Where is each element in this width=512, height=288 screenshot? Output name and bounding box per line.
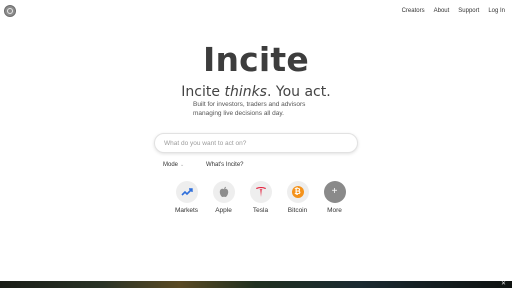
bitcoin-icon-wrap: ₿: [286, 181, 309, 203]
quick-action-label: Apple: [215, 207, 232, 214]
tagline-end: . You act.: [266, 84, 331, 100]
quick-action-label: Bitcoin: [287, 207, 308, 214]
tagline-start: Incite: [181, 84, 225, 100]
close-icon[interactable]: ✕: [501, 280, 506, 287]
quick-action-apple[interactable]: Apple: [205, 181, 242, 214]
quick-action-label: Markets: [174, 207, 199, 214]
tesla-icon: [249, 181, 272, 203]
bitcoin-icon: ₿: [291, 186, 304, 198]
mode-selector[interactable]: Mode ⌄: [163, 162, 184, 168]
quick-action-markets[interactable]: Markets: [168, 181, 205, 214]
hero-description: Built for investors, traders and advisor…: [193, 101, 306, 117]
nav-support-link[interactable]: Support: [458, 8, 479, 14]
top-nav: Creators About Support Log In: [393, 8, 505, 14]
search-input[interactable]: [154, 133, 358, 153]
chevron-down-icon: ⌄: [180, 162, 185, 168]
markets-chart-icon: [175, 181, 198, 203]
plus-icon: +: [323, 181, 346, 203]
nav-creators-link[interactable]: Creators: [402, 8, 425, 14]
quick-action-label: Tesla: [252, 207, 269, 214]
nav-login-link[interactable]: Log In: [488, 8, 505, 14]
quick-actions: Markets Apple Tesla ₿ Bitcoin + More: [168, 181, 353, 214]
quick-action-bitcoin[interactable]: ₿ Bitcoin: [279, 181, 316, 214]
bottom-video-banner[interactable]: ✕: [0, 281, 512, 288]
logo-icon[interactable]: [4, 5, 16, 17]
quick-action-tesla[interactable]: Tesla: [242, 181, 279, 214]
mode-label: Mode: [163, 162, 179, 168]
hero-title: Incite: [202, 40, 309, 79]
whats-incite-link[interactable]: What's Incite?: [206, 162, 244, 168]
tagline-emphasis: thinks: [224, 84, 267, 100]
quick-action-label: More: [327, 207, 342, 214]
tagline: Incite thinks. You act.: [0, 84, 512, 100]
nav-about-link[interactable]: About: [434, 8, 450, 14]
quick-action-more[interactable]: + More: [316, 181, 353, 214]
apple-icon: [212, 181, 235, 203]
